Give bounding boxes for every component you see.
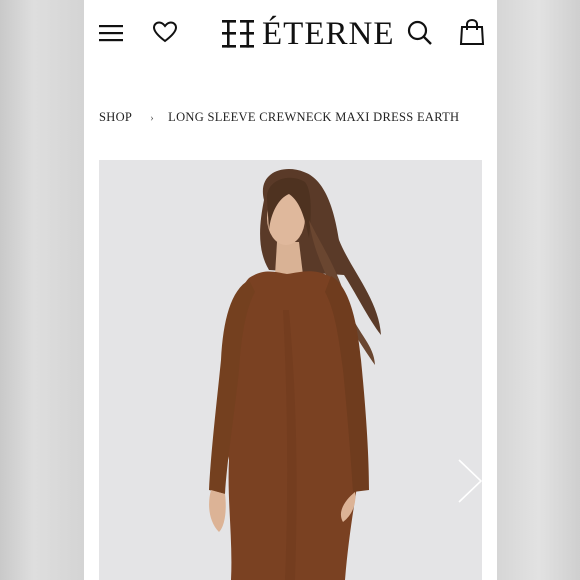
background-right	[497, 0, 580, 580]
breadcrumb-separator: ›	[150, 111, 155, 124]
chevron-right-icon[interactable]	[453, 456, 482, 506]
brand-name: ÉTERNE	[262, 16, 395, 52]
heart-icon[interactable]	[152, 20, 178, 44]
brand-monogram-icon	[222, 20, 254, 48]
breadcrumb: SHOP › LONG SLEEVE CREWNECK MAXI DRESS E…	[99, 110, 459, 125]
brand-logo[interactable]: ÉTERNE	[220, 14, 394, 54]
search-icon[interactable]	[406, 19, 434, 47]
breadcrumb-item-shop[interactable]: SHOP	[99, 110, 132, 125]
background-left	[0, 0, 84, 580]
site-header: ÉTERNE	[84, 0, 497, 70]
mobile-page: ÉTERNE SHOP › LONG SLEEVE CREWNECK MAXI …	[84, 0, 497, 580]
breadcrumb-item-product: LONG SLEEVE CREWNECK MAXI DRESS EARTH	[168, 110, 460, 124]
shopping-bag-icon[interactable]	[459, 18, 485, 46]
model-photo	[99, 160, 482, 580]
hamburger-menu-icon[interactable]	[98, 22, 124, 44]
product-image[interactable]	[99, 160, 482, 580]
